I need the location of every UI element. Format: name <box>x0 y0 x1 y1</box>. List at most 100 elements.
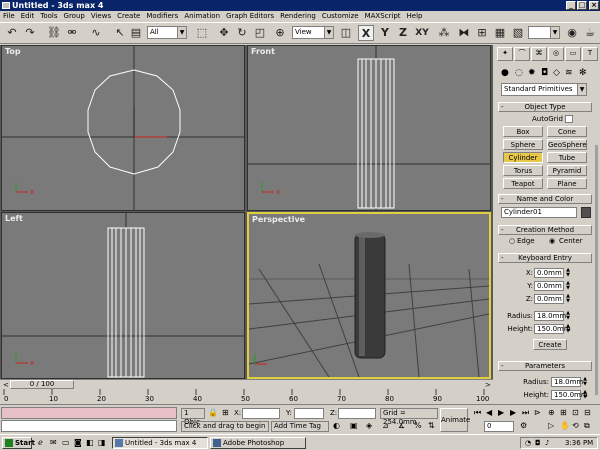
viewport-left[interactable]: x Left <box>1 212 245 379</box>
cylinder-button[interactable]: Cylinder <box>503 152 543 163</box>
center-radio[interactable]: ◉ <box>549 237 555 245</box>
key-mode-icon[interactable]: ⊳ <box>534 408 541 417</box>
fov-icon[interactable]: ▷ <box>548 421 554 430</box>
display-tab-icon[interactable]: ▭ <box>565 47 581 61</box>
height-field[interactable]: 150.0mm <box>534 324 571 334</box>
undo-icon[interactable]: ↶ <box>4 25 20 41</box>
menu-tools[interactable]: Tools <box>37 11 60 22</box>
align-icon[interactable]: ⊞ <box>474 25 490 41</box>
restrict-xy-button[interactable]: XY <box>412 25 432 41</box>
app-quicklaunch-icon[interactable]: ◧ <box>86 438 94 447</box>
reference-coordinate-dropdown[interactable]: View ▼ <box>292 26 334 39</box>
time-slider-thumb[interactable]: 0 / 100 <box>10 380 74 389</box>
cone-button[interactable]: Cone <box>547 126 587 137</box>
degradation-icon[interactable]: ▣ <box>350 421 358 430</box>
start-button[interactable]: Start <box>2 437 35 449</box>
restrict-z-button[interactable]: Z <box>395 25 411 41</box>
pyramid-button[interactable]: Pyramid <box>547 165 587 176</box>
maximize-button[interactable]: □ <box>577 1 587 10</box>
param-height-spinner-icon[interactable]: ▲ ▼ <box>582 390 588 400</box>
radius-spinner-icon[interactable]: ▲ ▼ <box>565 311 571 321</box>
maxscript-output-mini[interactable] <box>1 420 177 432</box>
pivot-center-icon[interactable]: ◫ <box>338 25 354 41</box>
time-slider[interactable]: < 0 / 100 > <box>0 379 493 389</box>
snapshot-icon[interactable]: ▧ <box>510 25 526 41</box>
animate-button[interactable]: Animate <box>440 408 470 432</box>
viewport-front[interactable]: x Front <box>247 45 491 211</box>
zoom-extents-icon[interactable]: ⊡ <box>572 408 579 417</box>
play-icon[interactable]: ▶ <box>498 408 504 417</box>
rollout-parameters[interactable]: - Parameters <box>498 361 592 371</box>
bind-space-warp-icon[interactable]: ∿ <box>88 25 104 41</box>
app-quicklaunch-icon[interactable]: ◨ <box>98 438 106 447</box>
shapes-icon[interactable]: ◌ <box>515 68 523 78</box>
previous-frame-icon[interactable]: ◀ <box>486 408 492 417</box>
menu-group[interactable]: Group <box>61 11 88 22</box>
material-editor-icon[interactable]: ◉ <box>564 25 580 41</box>
rotate-icon[interactable]: ↻ <box>234 25 250 41</box>
plane-button[interactable]: Plane <box>547 178 587 189</box>
menu-animation[interactable]: Animation <box>181 11 223 22</box>
absolute-mode-icon[interactable]: ⊞ <box>222 408 229 417</box>
angle-snap-icon[interactable]: ∡ <box>398 421 405 430</box>
hierarchy-tab-icon[interactable]: ⌘ <box>531 47 547 61</box>
taskbar-item-photoshop[interactable]: Adobe Photoshop <box>210 437 306 449</box>
scale-icon[interactable]: ◰ <box>252 25 268 41</box>
menu-maxscript[interactable]: MAXScript <box>362 11 404 22</box>
space-warps-icon[interactable]: ≋ <box>565 68 573 78</box>
select-by-name-icon[interactable]: ▤ <box>128 25 144 41</box>
menu-create[interactable]: Create <box>114 11 143 22</box>
ie-quicklaunch-icon[interactable]: ℯ <box>38 438 43 447</box>
restrict-x-button[interactable]: X <box>358 25 374 41</box>
menu-help[interactable]: Help <box>404 11 426 22</box>
zoom-icon[interactable]: ⊕ <box>548 408 555 417</box>
menu-file[interactable]: File <box>0 11 18 22</box>
object-name-field[interactable]: Cylinder01 <box>501 207 577 218</box>
create-tab-icon[interactable]: ✦ <box>497 47 513 61</box>
rollout-keyboard-entry[interactable]: - Keyboard Entry <box>498 253 592 263</box>
x-coord-field[interactable] <box>242 408 280 419</box>
sphere-button[interactable]: Sphere <box>503 139 543 150</box>
rollout-object-type[interactable]: - Object Type <box>498 102 592 112</box>
box-button[interactable]: Box <box>503 126 543 137</box>
add-time-tag-button[interactable]: Add Time Tag <box>271 421 329 432</box>
lights-icon[interactable]: ✹ <box>528 68 536 78</box>
menu-graph-editors[interactable]: Graph Editors <box>223 11 277 22</box>
menu-modifiers[interactable]: Modifiers <box>143 11 181 22</box>
radius-field[interactable]: 18.0mm <box>534 311 566 321</box>
snap-toggle-icon[interactable]: ⊿ <box>382 421 389 430</box>
lock-selection-icon[interactable]: 🔒 <box>208 408 218 417</box>
tray-icon[interactable]: ◔ <box>525 439 531 447</box>
param-radius-spinner-icon[interactable]: ▲ ▼ <box>582 377 588 387</box>
menu-views[interactable]: Views <box>88 11 114 22</box>
param-radius-field[interactable]: 18.0mm <box>551 377 583 387</box>
y-coord-field[interactable] <box>294 408 324 419</box>
zoom-extents-all-icon[interactable]: ⊟ <box>584 408 591 417</box>
panel-scrollbar[interactable] <box>595 145 598 395</box>
cameras-icon[interactable]: ◘ <box>541 68 548 78</box>
next-frame-icon[interactable]: > <box>485 381 491 389</box>
utilities-tab-icon[interactable]: T <box>582 47 598 61</box>
percent-snap-icon[interactable]: % <box>414 421 422 430</box>
go-to-end-icon[interactable]: ⏭ <box>522 408 529 418</box>
menu-customize[interactable]: Customize <box>319 11 362 22</box>
maximize-viewport-icon[interactable]: ⧉ <box>584 421 590 431</box>
torus-button[interactable]: Torus <box>503 165 543 176</box>
tray-icon[interactable]: ◘ <box>535 439 541 447</box>
motion-tab-icon[interactable]: ◎ <box>548 47 564 61</box>
track-bar-ruler[interactable]: 0 10 20 30 40 50 60 70 80 90 100 <box>0 389 493 404</box>
x-field[interactable]: 0.0mm <box>534 268 564 278</box>
pivot-icon[interactable]: ⊕ <box>272 25 288 41</box>
mirror-icon[interactable]: ⧓ <box>456 25 472 41</box>
maxscript-listener-mini[interactable] <box>1 407 177 419</box>
minimize-button[interactable]: _ <box>566 1 576 10</box>
z-spinner-icon[interactable]: ▲ ▼ <box>565 294 571 304</box>
helpers-icon[interactable]: ◇ <box>553 68 560 78</box>
selection-filter-dropdown[interactable]: All ▼ <box>147 26 187 39</box>
z-coord-field[interactable] <box>338 408 376 419</box>
rollout-name-and-color[interactable]: - Name and Color <box>498 194 592 204</box>
geosphere-button[interactable]: GeoSphere <box>547 139 587 150</box>
next-frame-icon[interactable]: ▶ <box>510 408 516 417</box>
restrict-y-button[interactable]: Y <box>377 25 393 41</box>
media-quicklaunch-icon[interactable]: ◙ <box>74 438 82 447</box>
